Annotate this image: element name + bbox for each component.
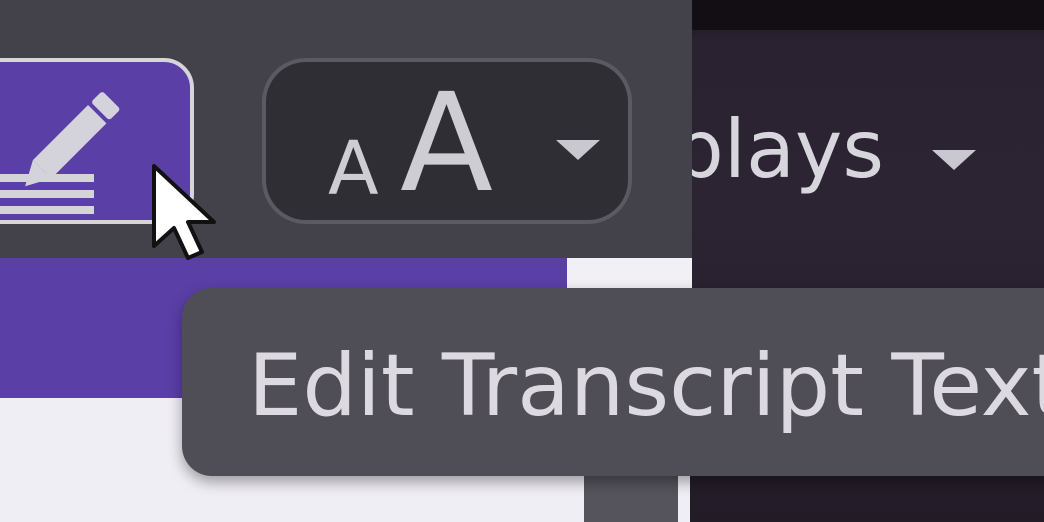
caret-down-icon <box>556 140 600 160</box>
toolbar: A A <box>0 0 692 262</box>
pencil-lines-icon <box>0 92 120 214</box>
progress-bar <box>0 258 692 288</box>
tooltip-text: Edit Transcript Text <box>248 336 1044 436</box>
displays-dropdown[interactable]: Displays <box>692 94 1044 204</box>
progress-bar-fill <box>0 258 568 288</box>
displays-label-clip: Displays <box>692 94 922 204</box>
tooltip: Edit Transcript Text <box>182 288 1044 476</box>
text-size-small-glyph: A <box>328 126 379 212</box>
displays-dropdown-label: Displays <box>692 103 884 196</box>
caret-down-icon <box>932 150 976 170</box>
mouse-cursor-icon <box>152 164 216 260</box>
text-size-button[interactable]: A A <box>262 58 632 224</box>
text-size-large-glyph: A <box>400 65 494 223</box>
video-area-top-strip <box>690 0 1044 30</box>
